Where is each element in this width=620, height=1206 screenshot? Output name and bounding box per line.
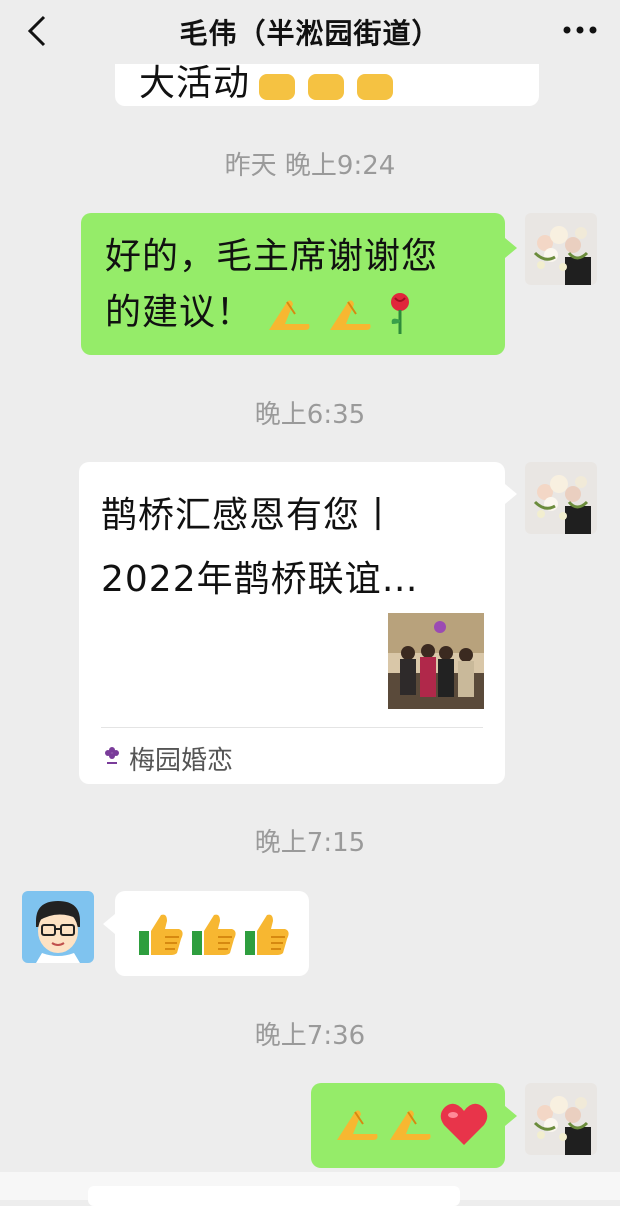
card-source: 梅园婚恋 <box>129 746 234 776</box>
card-thumbnail <box>388 613 484 709</box>
card-title-line: 2022年鹊桥联谊… <box>101 559 419 600</box>
chat-title: 毛伟（半淞园街道） <box>179 17 441 50</box>
timestamp: 晚上6:35 <box>254 400 366 430</box>
pray-hands-emoji-icon <box>329 300 371 330</box>
celebrate-emoji-icon <box>259 73 296 100</box>
more-dots-icon <box>563 26 597 34</box>
group-photo-image <box>388 613 484 709</box>
contact-avatar[interactable] <box>22 891 94 963</box>
card-divider <box>101 727 483 728</box>
flower-vase-avatar-icon <box>525 213 597 285</box>
flower-vase-avatar-icon <box>525 462 597 534</box>
bubble-tail <box>505 1106 517 1126</box>
pray-hands-emoji-icon <box>337 1110 378 1140</box>
sent-message-bubble[interactable] <box>311 1083 505 1168</box>
sent-message-bubble[interactable]: 好的，毛主席谢谢您 的建议！ <box>81 213 505 355</box>
emoji-group <box>255 73 397 100</box>
message-text-line: 的建议！ <box>105 285 487 341</box>
thumbs-up-emoji-icon <box>192 914 236 955</box>
cartoon-man-avatar-icon <box>22 891 94 963</box>
chat-header: 毛伟（半淞园街道） <box>0 0 620 64</box>
card-title-line: 鹊桥汇感恩有您丨 <box>101 495 398 536</box>
pray-hands-emoji-icon <box>390 1110 431 1140</box>
my-avatar[interactable] <box>525 213 597 285</box>
link-card[interactable]: 鹊桥汇感恩有您丨 2022年鹊桥联谊… 梅园婚恋 <box>79 462 505 784</box>
thumbs-up-emoji-icon <box>139 914 183 955</box>
bubble-tail <box>103 914 115 934</box>
pray-hands-emoji-icon <box>269 300 310 330</box>
thumbs-up-emoji-icon <box>245 914 289 955</box>
flower-vase-avatar-icon <box>525 1083 597 1155</box>
timestamp: 昨天 晚上9:24 <box>224 151 396 181</box>
message-text: 的建议！ <box>105 292 254 333</box>
more-button[interactable] <box>560 12 600 48</box>
rose-emoji-icon <box>391 293 410 334</box>
timestamp: 晚上7:36 <box>254 1021 366 1051</box>
message-text: 大活动 <box>139 63 251 104</box>
received-message-bubble[interactable] <box>115 891 309 976</box>
message-input[interactable] <box>88 1186 460 1206</box>
my-avatar[interactable] <box>525 462 597 534</box>
flower-logo-icon <box>105 747 119 764</box>
bubble-tail <box>505 484 517 504</box>
timestamp: 晚上7:15 <box>254 828 366 858</box>
heart-emoji-icon <box>440 1103 488 1145</box>
message-text-line: 好的，毛主席谢谢您 <box>105 236 439 277</box>
my-avatar[interactable] <box>525 1083 597 1155</box>
celebrate-emoji-icon <box>308 73 345 100</box>
celebrate-emoji-icon <box>357 73 394 100</box>
bubble-tail <box>505 238 517 258</box>
